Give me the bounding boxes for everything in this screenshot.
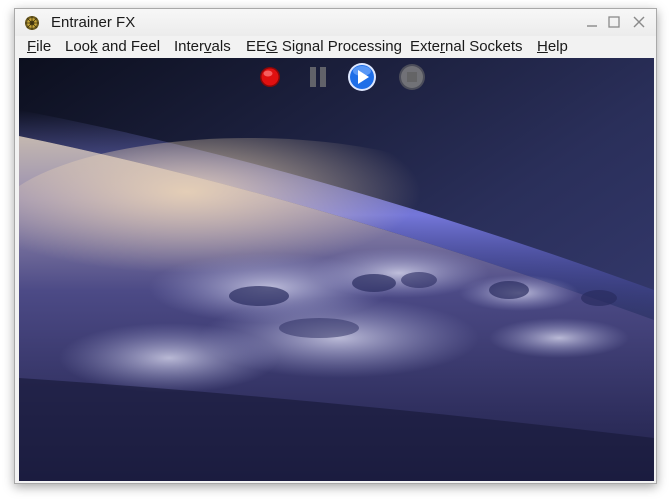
earth-horizon-image	[19, 58, 654, 481]
menu-help[interactable]: Help	[537, 38, 568, 55]
menu-intervals[interactable]: Intervals	[174, 38, 231, 55]
play-icon[interactable]	[347, 62, 377, 92]
record-icon[interactable]	[255, 62, 285, 92]
menu-look-and-feel[interactable]: Look and Feel	[65, 38, 160, 55]
menu-file[interactable]: File	[27, 38, 51, 55]
title-bar[interactable]: Entrainer FX	[15, 9, 656, 36]
window-title: Entrainer FX	[51, 14, 136, 31]
menu-external-sockets[interactable]: External Sockets	[410, 38, 523, 55]
close-icon[interactable]	[631, 14, 647, 30]
background-scene	[19, 58, 654, 481]
pause-icon[interactable]	[303, 62, 333, 92]
menu-bar: File Look and Feel Intervals EEG Signal …	[15, 36, 656, 57]
stop-icon[interactable]	[397, 62, 427, 92]
app-window: Entrainer FX File Look and Feel Interval…	[14, 8, 657, 484]
minimize-icon[interactable]	[584, 14, 600, 30]
app-logo-icon	[25, 16, 39, 30]
menu-eeg-signal-processing[interactable]: EEG Signal Processing	[246, 38, 402, 55]
maximize-icon[interactable]	[606, 14, 622, 30]
